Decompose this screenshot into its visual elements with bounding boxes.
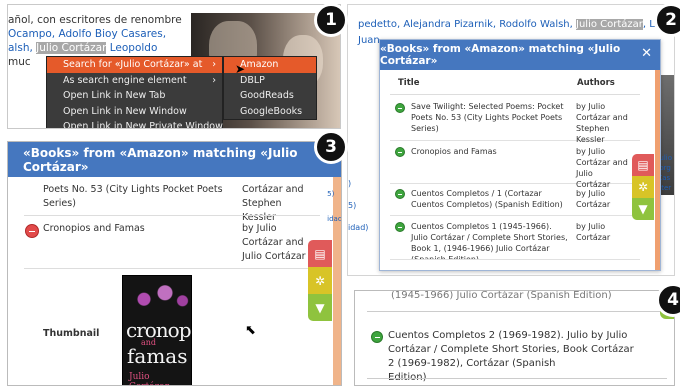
context-menu-item-search-engine[interactable]: As search engine element › xyxy=(47,73,222,89)
article-link[interactable]: pedetto, Alejandra Pizarnik, Rodolfo Wal… xyxy=(358,19,576,30)
popup-scrollbar[interactable] xyxy=(655,70,660,270)
book-title: Save Twilight: Selected Poems: Pocket Po… xyxy=(411,102,564,133)
article-link[interactable]: Ocampo, Adolfo Bioy Casares, xyxy=(8,28,166,40)
book-authors: by Julio Cortázar and Julio Cortázar xyxy=(242,223,306,262)
context-menu-item-private-window[interactable]: Open Link in New Private Window xyxy=(47,119,223,128)
chevron-right-icon: › xyxy=(212,59,216,70)
bookmark-icon[interactable]: ▤ xyxy=(632,154,654,176)
menu-item-label: Search for «Julio Cortázar» at xyxy=(63,59,203,70)
book-title: (1945-1966) Julio Cortázar (Spanish Edit… xyxy=(391,290,612,301)
row-divider xyxy=(24,268,320,269)
context-menu-item-new-window[interactable]: Open Link in New Window xyxy=(47,104,222,120)
side-links: ) 5) idad) xyxy=(348,173,368,239)
gear-icon[interactable]: ✲ xyxy=(308,267,332,294)
submenu-item-goodreads[interactable]: GoodReads xyxy=(224,88,316,104)
row-divider xyxy=(367,378,667,379)
table-row: Cronopios and Famas by Julio Cortázar an… xyxy=(390,141,640,189)
mouse-cursor-icon: ⬉ xyxy=(245,323,256,338)
book-title: Cuentos Completos / 1 (Cortazar Cuentos … xyxy=(411,189,563,209)
side-link[interactable]: idad) xyxy=(348,217,368,239)
popup-toolbar: ▤ ✲ ▼ xyxy=(632,154,654,220)
panel-results-popup: pedetto, Alejandra Pizarnik, Rodolfo Wal… xyxy=(347,4,675,276)
article-link[interactable]: alsh, xyxy=(8,42,36,54)
book-title: Cronopios and Famas xyxy=(411,147,497,156)
article-link[interactable]: Juan xyxy=(358,35,380,46)
table-row: Save Twilight: Selected Poems: Pocket Po… xyxy=(390,95,640,144)
book-title: Cronopios and Famas xyxy=(43,223,145,234)
add-icon[interactable] xyxy=(395,222,405,232)
selected-text[interactable]: Julio Cortázar xyxy=(576,19,643,30)
book-authors: by Julio Cortázar xyxy=(591,330,634,355)
chevron-right-icon: › xyxy=(212,74,216,86)
context-menu: Search for «Julio Cortázar» at › As searc… xyxy=(46,56,223,128)
panel-context-menu: añol, con escritores de renombre Ocampo,… xyxy=(7,4,341,129)
article-link[interactable]: Leopoldo xyxy=(106,42,158,54)
add-icon[interactable] xyxy=(395,103,405,113)
cover-author: Julio Cortázar xyxy=(129,372,169,385)
thumbnail-label: Thumbnail xyxy=(43,328,100,339)
book-authors: by Julio Cortázar xyxy=(576,189,611,209)
selected-text[interactable]: Julio Cortázar xyxy=(36,42,107,54)
close-icon[interactable]: ✕ xyxy=(641,46,652,61)
book-title: Poets No. 53 (City Lights Pocket Poets S… xyxy=(43,184,223,209)
side-links: 5) idad) xyxy=(327,182,341,232)
book-authors: by Julio Cortázar xyxy=(576,222,611,242)
cover-title: famas xyxy=(127,344,188,368)
filter-icon[interactable]: ▼ xyxy=(632,198,654,220)
mouse-cursor-icon: ➤ xyxy=(235,62,246,76)
filter-icon[interactable]: ▼ xyxy=(308,294,332,321)
row-divider xyxy=(24,215,320,216)
add-icon[interactable] xyxy=(371,331,383,343)
popup-header: «Books» from «Amazon» matching «Julio Co… xyxy=(8,142,341,177)
step-badge-1: 1 xyxy=(314,3,348,37)
menu-item-label: As search engine element xyxy=(63,74,187,86)
row-divider xyxy=(367,311,667,312)
table-row: Cuentos Completos / 1 (Cortazar Cuentos … xyxy=(390,184,640,216)
popup-header: «Books» from «Amazon» matching «Julio Co… xyxy=(380,40,660,70)
table-row: Cuentos Completos 1 (1945-1966). Julio C… xyxy=(390,216,640,260)
gear-icon[interactable]: ✲ xyxy=(632,176,654,198)
book-cover-thumbnail[interactable]: cronopios and famas Julio Cortázar xyxy=(122,275,192,385)
add-icon[interactable] xyxy=(395,189,405,199)
book-title: Cuentos Completos 1 (1945-1966). Julio C… xyxy=(411,222,568,260)
add-icon[interactable] xyxy=(395,147,405,157)
column-header-authors: Authors xyxy=(577,78,615,88)
panel-expanded-results: «Books» from «Amazon» matching «Julio Co… xyxy=(7,141,342,386)
side-link[interactable]: 5) xyxy=(327,182,341,207)
book-authors: by Julio Cortázar and Stephen Kessler xyxy=(576,102,628,144)
side-link[interactable]: idad) xyxy=(327,207,341,232)
popup-title: «Books» from «Amazon» matching «Julio Co… xyxy=(23,145,298,174)
bookmark-icon[interactable]: ▤ xyxy=(308,240,332,267)
side-link[interactable]: 5) xyxy=(348,195,368,217)
book-authors: Cortázar and Stephen Kessler xyxy=(242,184,304,223)
panel-scrolled-results: (1945-1966) Julio Cortázar (Spanish Edit… xyxy=(354,290,675,386)
context-menu-item-search-for[interactable]: Search for «Julio Cortázar» at › xyxy=(47,57,222,73)
submenu-item-googlebooks[interactable]: GoogleBooks xyxy=(224,104,316,120)
cover-title: cronopios xyxy=(126,318,191,342)
step-badge-2: 2 xyxy=(654,3,680,37)
column-header-title: Title xyxy=(398,78,420,88)
book-title: Cuentos Completos 2 (1969-1982). Julio C… xyxy=(388,330,588,383)
popup-title: «Books» from «Amazon» matching «Julio Co… xyxy=(380,43,621,67)
screenshot-collage: añol, con escritores de renombre Ocampo,… xyxy=(0,0,680,386)
remove-icon[interactable] xyxy=(25,224,39,238)
results-table: Save Twilight: Selected Poems: Pocket Po… xyxy=(390,94,640,260)
context-menu-item-new-tab[interactable]: Open Link in New Tab xyxy=(47,88,222,104)
popup-toolbar: ▤ ✲ ▼ xyxy=(308,240,332,321)
results-popup: «Books» from «Amazon» matching «Julio Co… xyxy=(379,39,661,271)
step-badge-3: 3 xyxy=(314,130,348,164)
article-text: pedetto, Alejandra Pizarnik, Rodolfo Wal… xyxy=(358,19,674,30)
side-link[interactable]: ) xyxy=(348,173,368,195)
cover-art xyxy=(123,280,191,312)
article-line: añol, con escritores de renombre xyxy=(8,14,182,26)
